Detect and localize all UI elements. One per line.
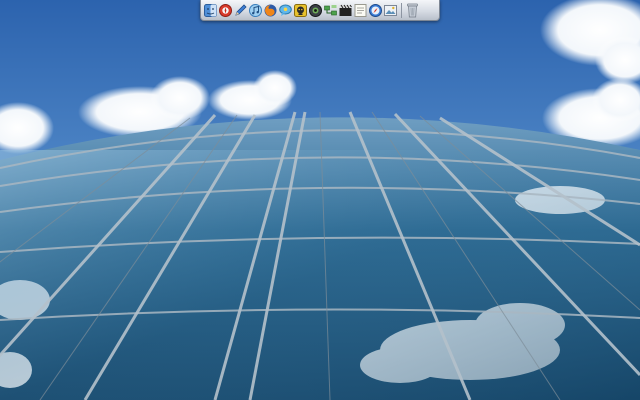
dock-separator [401, 2, 402, 18]
dock-app-notes[interactable] [354, 3, 367, 18]
desktop-wallpaper [0, 0, 640, 400]
itunes-icon [249, 3, 262, 17]
pirate-icon [294, 3, 307, 17]
image-icon [384, 4, 397, 16]
dock-app-itunes[interactable] [249, 3, 262, 18]
dock-app-compass[interactable] [369, 3, 382, 18]
safari-icon [219, 3, 232, 17]
trash-icon [407, 3, 418, 17]
network-icon [324, 4, 337, 15]
dock-trash[interactable] [406, 3, 419, 18]
dock-app-clapperboard[interactable] [339, 3, 352, 18]
notes-icon [354, 3, 367, 17]
dock-app-pirate[interactable] [294, 3, 307, 18]
pencil-icon [235, 3, 247, 16]
dock [200, 0, 440, 21]
eye-icon [309, 3, 322, 17]
dock-app-chat[interactable] [279, 3, 292, 18]
firefox-icon [264, 4, 277, 16]
dock-app-firefox[interactable] [264, 3, 277, 18]
dock-app-image[interactable] [384, 3, 397, 18]
dock-app-pencil[interactable] [234, 3, 247, 18]
compass-icon [369, 3, 382, 17]
dock-app-network[interactable] [324, 3, 337, 18]
finder-icon [204, 3, 217, 17]
dock-app-eye[interactable] [309, 3, 322, 18]
chat-icon [279, 4, 292, 16]
dock-app-finder[interactable] [204, 3, 217, 18]
dock-app-safari[interactable] [219, 3, 232, 18]
clapperboard-icon [339, 4, 352, 16]
desktop [0, 0, 640, 400]
